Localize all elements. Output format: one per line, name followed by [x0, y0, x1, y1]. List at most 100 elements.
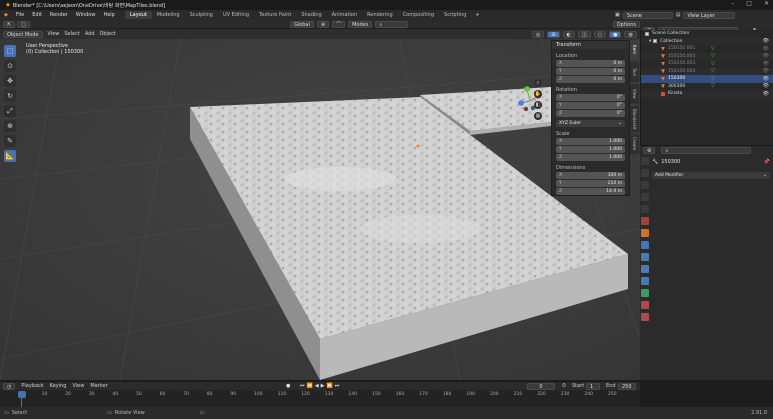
visibility-eye-icon[interactable]: 👁	[763, 61, 769, 67]
menu-help[interactable]: Help	[99, 12, 118, 18]
dimensions-y-field[interactable]: Y 210 m	[556, 180, 625, 187]
scene-tab-icon[interactable]	[641, 205, 649, 213]
dimensions-x-field[interactable]: X 300 m	[556, 172, 625, 179]
scale-tool-icon[interactable]: ⤢	[4, 105, 16, 117]
transform-orientation[interactable]: Global	[289, 20, 314, 28]
sidebar-tab-blenderkit[interactable]: Blenderkit	[630, 106, 639, 132]
camera-view-icon[interactable]: ◧	[534, 101, 542, 109]
rotation-z-field[interactable]: Z 0°	[556, 110, 625, 117]
visibility-eye-icon[interactable]: 👁	[763, 46, 769, 52]
tab-scripting[interactable]: Scripting	[439, 11, 471, 19]
modifier-tab-icon[interactable]	[641, 241, 649, 249]
current-frame-field[interactable]: 0	[527, 383, 555, 390]
end-frame-field[interactable]: 250	[618, 383, 636, 390]
object-mode-selector[interactable]: Object Mode	[3, 30, 43, 38]
chevron-down-icon[interactable]: ▾	[649, 39, 651, 44]
particles-tab-icon[interactable]	[641, 253, 649, 261]
pivot-point-icon[interactable]: ⊕	[316, 20, 330, 28]
xray-toggle-icon[interactable]: ◫	[577, 30, 591, 38]
outliner-item[interactable]: 150150.004 ▽ 👁	[641, 67, 773, 75]
scale-z-field[interactable]: Z 1.000	[556, 154, 625, 161]
data-tab-icon[interactable]	[641, 289, 649, 297]
menu-file[interactable]: File	[12, 12, 28, 18]
transform-panel-title[interactable]: Transform	[552, 41, 629, 49]
measure-tool-icon[interactable]: 📐	[4, 150, 16, 162]
jump-keyframe-forward-icon[interactable]: ⏩	[326, 383, 332, 389]
timeline-editor-type-icon[interactable]: ◷	[3, 382, 16, 390]
overlay-toggle-icon[interactable]: ◐	[562, 30, 575, 38]
location-z-field[interactable]: Z0 m	[556, 76, 625, 83]
rotation-x-field[interactable]: X 0°	[556, 94, 625, 101]
tool-settings-icon[interactable]: ⇱	[3, 20, 16, 28]
cursor-tool-icon[interactable]: ⊙	[4, 60, 16, 72]
menu-playback[interactable]: Playback	[21, 383, 43, 389]
menu-timeline-view[interactable]: View	[72, 383, 84, 389]
menu-render[interactable]: Render	[46, 12, 72, 18]
rotation-mode-selector[interactable]: XYZ Euler ⌄	[556, 120, 625, 127]
outliner-item[interactable]: Kinata 👁	[641, 90, 773, 98]
blender-menu-icon[interactable]: ◆	[0, 12, 12, 18]
record-icon[interactable]: ●	[286, 383, 290, 389]
physics-tab-icon[interactable]	[641, 265, 649, 273]
visibility-eye-icon[interactable]: 👁	[763, 76, 769, 82]
menu-select[interactable]: Select	[64, 31, 79, 37]
rotate-tool-icon[interactable]: ↻	[4, 90, 16, 102]
snap-mode[interactable]: Modes	[348, 20, 373, 28]
gizmo-toggle-icon[interactable]: ⊞	[547, 30, 560, 38]
outliner-item[interactable]: 150150.003 ▽ 👁	[641, 60, 773, 68]
playhead[interactable]	[18, 391, 26, 398]
3d-viewport[interactable]: User Perspective (0) Collection | 150300…	[0, 39, 640, 380]
tab-shading[interactable]: Shading	[296, 11, 326, 19]
search-field[interactable]: ⌕	[375, 20, 408, 28]
outliner-item[interactable]: 300300 ▽ 👁	[641, 83, 773, 91]
material-tab-icon[interactable]	[641, 301, 649, 309]
menu-window[interactable]: Window	[72, 12, 100, 18]
zoom-icon[interactable]: ⌕	[534, 79, 542, 87]
scene-selector[interactable]: Scene	[622, 11, 673, 19]
options-button[interactable]: Options	[612, 20, 640, 28]
jump-end-icon[interactable]: ⏭	[335, 383, 340, 389]
properties-search-field[interactable]: ⌕	[661, 147, 752, 154]
tool-tab-icon[interactable]	[641, 157, 649, 165]
move-tool-icon[interactable]: ✥	[4, 75, 16, 87]
sidebar-tab-tool[interactable]: Tool	[630, 62, 639, 82]
visibility-eye-icon[interactable]: 👁	[763, 91, 769, 97]
outliner-item[interactable]: 150150.003 ▽ 👁	[641, 52, 773, 60]
output-tab-icon[interactable]	[641, 181, 649, 189]
outliner-item[interactable]: 150150.001 ▽ 👁	[641, 45, 773, 53]
scene-collection-row[interactable]: Scene Collection	[641, 30, 773, 38]
outliner-item-selected[interactable]: 150300 ▽ 👁	[641, 75, 773, 83]
sidebar-tab-create[interactable]: Create	[630, 134, 639, 154]
tab-sculpting[interactable]: Sculpting	[185, 11, 218, 19]
dimensions-z-field[interactable]: Z 14.9 m	[556, 188, 625, 195]
play-icon[interactable]: ▶	[321, 383, 325, 389]
scale-y-field[interactable]: Y 1.000	[556, 146, 625, 153]
tab-texture-paint[interactable]: Texture Paint	[254, 11, 296, 19]
sidebar-tab-item[interactable]: Item	[630, 40, 639, 60]
constraints-tab-icon[interactable]	[641, 277, 649, 285]
tab-uv-editing[interactable]: UV Editing	[218, 11, 254, 19]
rotation-y-field[interactable]: Y 0°	[556, 102, 625, 109]
annotate-tool-icon[interactable]: ✎	[4, 135, 16, 147]
snap-icon[interactable]: ⌒	[332, 20, 346, 28]
menu-view[interactable]: View	[48, 31, 60, 37]
tab-layout[interactable]: Layout	[124, 11, 152, 19]
transform-tool-icon[interactable]: ⊕	[4, 120, 16, 132]
tab-rendering[interactable]: Rendering	[362, 11, 398, 19]
jump-start-icon[interactable]: ⏮	[300, 383, 305, 389]
view-object-types-icon[interactable]: ◎	[532, 30, 545, 38]
shading-wireframe-icon[interactable]: ○	[593, 30, 607, 38]
visibility-eye-icon[interactable]: 👁	[763, 38, 769, 44]
jump-keyframe-back-icon[interactable]: ⏪	[307, 383, 313, 389]
visibility-eye-icon[interactable]: 👁	[763, 83, 769, 89]
timeline-ruler[interactable]: 0102030405060708090100110120130140150160…	[0, 392, 640, 398]
object-tab-icon[interactable]	[641, 229, 649, 237]
pin-icon[interactable]: 📌	[764, 159, 770, 165]
play-reverse-icon[interactable]: ◀	[315, 383, 319, 389]
start-frame-field[interactable]: 1	[586, 383, 600, 390]
shading-solid-icon[interactable]: ●	[609, 30, 622, 38]
shading-material-icon[interactable]: ◍	[624, 30, 637, 38]
location-y-field[interactable]: Y0 m	[556, 68, 625, 75]
ortho-toggle-icon[interactable]: ▦	[534, 112, 542, 120]
pan-hand-icon[interactable]: ✋	[534, 90, 542, 98]
